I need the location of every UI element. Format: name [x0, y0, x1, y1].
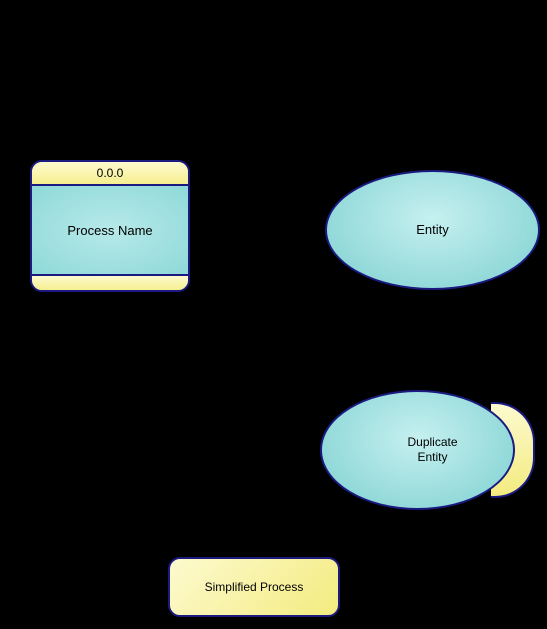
- process-id-label: 0.0.0: [97, 166, 124, 180]
- entity-shape[interactable]: Entity: [325, 170, 540, 290]
- process-name-band: Process Name: [32, 186, 188, 276]
- simplified-process-shape[interactable]: Simplified Process: [168, 557, 340, 617]
- process-shape[interactable]: 0.0.0 Process Name: [30, 160, 190, 292]
- duplicate-entity-label: Duplicate Entity: [407, 435, 457, 465]
- duplicate-entity-ellipse: Duplicate Entity: [320, 390, 515, 510]
- duplicate-entity-label-line1: Duplicate: [407, 435, 457, 449]
- process-name-label: Process Name: [67, 223, 152, 238]
- entity-label: Entity: [416, 222, 449, 238]
- simplified-process-label: Simplified Process: [205, 580, 304, 594]
- duplicate-entity-label-line2: Entity: [417, 450, 447, 464]
- process-id-band: 0.0.0: [32, 162, 188, 186]
- process-bottom-band: [32, 276, 188, 290]
- duplicate-entity-shape[interactable]: Duplicate Entity: [320, 390, 515, 510]
- entity-ellipse: Entity: [325, 170, 540, 290]
- diagram-canvas: 0.0.0 Process Name Entity Duplicate Enti…: [0, 0, 547, 629]
